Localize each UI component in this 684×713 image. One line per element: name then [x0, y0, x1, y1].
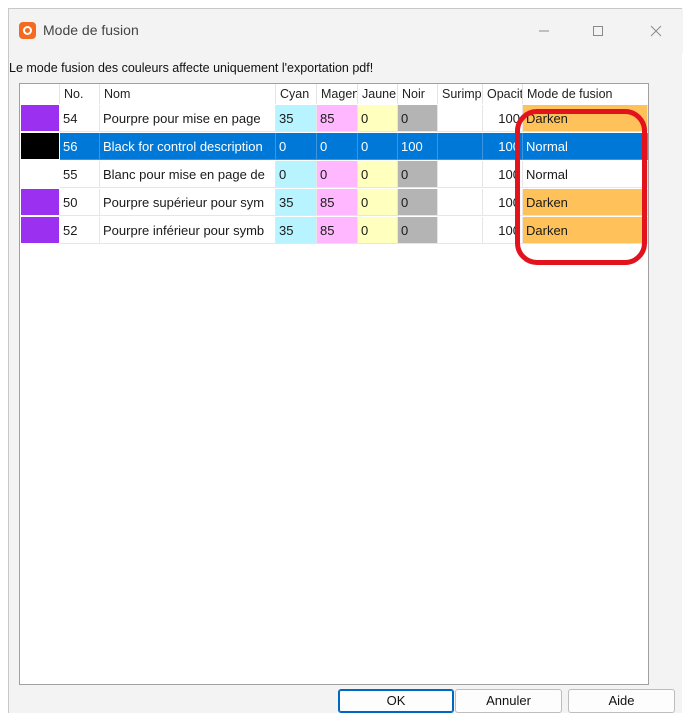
cell-cyan[interactable]: 35	[276, 105, 317, 132]
cell-opacite[interactable]: 100	[483, 217, 523, 244]
cell-mode-fusion[interactable]: Normal	[523, 161, 648, 188]
cell-no[interactable]: 52	[60, 217, 100, 244]
cell-mode-fusion[interactable]: Darken	[523, 105, 648, 132]
cell-nom[interactable]: Pourpre inférieur pour symb	[100, 217, 276, 244]
cell-opacite[interactable]: 100	[483, 105, 523, 132]
cell-magenta[interactable]: 85	[317, 105, 358, 132]
color-swatch[interactable]	[21, 161, 59, 188]
cell-surimpression[interactable]	[438, 189, 483, 216]
help-button[interactable]: Aide	[568, 689, 675, 713]
ok-button[interactable]: OK	[338, 689, 454, 713]
cell-jaune[interactable]: 0	[358, 133, 398, 160]
cell-mode-fusion[interactable]: Darken	[523, 189, 648, 216]
header-jaune[interactable]: Jaune	[358, 84, 398, 104]
cancel-button[interactable]: Annuler	[455, 689, 562, 713]
header-swatch	[20, 84, 60, 104]
header-nom[interactable]: Nom	[100, 84, 276, 104]
table-row[interactable]: 56 Black for control description 0 0 0 100 100…	[20, 133, 648, 160]
cell-noir[interactable]: 0	[398, 217, 438, 244]
cell-surimpression[interactable]	[438, 217, 483, 244]
color-swatch[interactable]	[21, 133, 59, 160]
table-row[interactable]: 50 Pourpre supérieur pour sym 35 85 0 0 100 Dar…	[20, 189, 648, 216]
table-header: No. Nom Cyan Magenta Jaune Noir Surimpre…	[20, 84, 648, 104]
cell-nom[interactable]: Pourpre supérieur pour sym	[100, 189, 276, 216]
info-text: Le mode fusion des couleurs affecte uniq…	[9, 61, 374, 75]
header-magenta[interactable]: Magenta	[317, 84, 358, 104]
cell-noir[interactable]: 0	[398, 161, 438, 188]
header-mode-fusion[interactable]: Mode de fusion	[523, 84, 648, 104]
cell-cyan[interactable]: 0	[276, 133, 317, 160]
minimize-icon[interactable]	[521, 17, 567, 45]
title-bar: Mode de fusion	[9, 9, 683, 53]
cell-magenta[interactable]: 85	[317, 217, 358, 244]
cell-nom[interactable]: Pourpre pour mise en page	[100, 105, 276, 132]
cell-magenta[interactable]: 0	[317, 161, 358, 188]
header-noir[interactable]: Noir	[398, 84, 438, 104]
cell-noir[interactable]: 0	[398, 189, 438, 216]
table-row[interactable]: 55 Blanc pour mise en page de 0 0 0 0 100 Norma…	[20, 161, 648, 188]
cell-jaune[interactable]: 0	[358, 105, 398, 132]
header-opacite[interactable]: Opacité	[483, 84, 523, 104]
cell-surimpression[interactable]	[438, 161, 483, 188]
cell-no[interactable]: 56	[60, 133, 100, 160]
app-icon	[19, 22, 36, 39]
close-icon[interactable]	[633, 17, 679, 45]
cell-noir[interactable]: 0	[398, 105, 438, 132]
cell-cyan[interactable]: 35	[276, 189, 317, 216]
cell-mode-fusion[interactable]: Darken	[523, 217, 648, 244]
cell-noir[interactable]: 100	[398, 133, 438, 160]
table-row[interactable]: 52 Pourpre inférieur pour symb 35 85 0 0 100 Da…	[20, 217, 648, 244]
blend-mode-dialog: Mode de fusion Le mode fusion des couleu…	[8, 8, 683, 713]
cell-opacite[interactable]: 100	[483, 133, 523, 160]
cell-jaune[interactable]: 0	[358, 217, 398, 244]
cell-mode-fusion[interactable]: Normal	[523, 133, 648, 160]
table-row[interactable]: 54 Pourpre pour mise en page 35 85 0 0 100 Dark…	[20, 105, 648, 132]
cell-opacite[interactable]: 100	[483, 161, 523, 188]
maximize-icon[interactable]	[575, 17, 621, 45]
cell-jaune[interactable]: 0	[358, 161, 398, 188]
header-cyan[interactable]: Cyan	[276, 84, 317, 104]
cell-jaune[interactable]: 0	[358, 189, 398, 216]
cell-cyan[interactable]: 35	[276, 217, 317, 244]
color-swatch[interactable]	[21, 189, 59, 216]
color-swatch[interactable]	[21, 105, 59, 132]
cell-no[interactable]: 54	[60, 105, 100, 132]
color-table: No. Nom Cyan Magenta Jaune Noir Surimpre…	[19, 83, 649, 685]
cell-nom[interactable]: Blanc pour mise en page de	[100, 161, 276, 188]
color-swatch[interactable]	[21, 217, 59, 244]
cell-surimpression[interactable]	[438, 105, 483, 132]
cell-magenta[interactable]: 0	[317, 133, 358, 160]
header-surimpression[interactable]: Surimpression	[438, 84, 483, 104]
cell-nom[interactable]: Black for control description	[100, 133, 276, 160]
cell-cyan[interactable]: 0	[276, 161, 317, 188]
window-title: Mode de fusion	[43, 22, 139, 38]
header-no[interactable]: No.	[60, 84, 100, 104]
cell-opacite[interactable]: 100	[483, 189, 523, 216]
cell-no[interactable]: 50	[60, 189, 100, 216]
cell-no[interactable]: 55	[60, 161, 100, 188]
cell-magenta[interactable]: 85	[317, 189, 358, 216]
cell-surimpression[interactable]	[438, 133, 483, 160]
